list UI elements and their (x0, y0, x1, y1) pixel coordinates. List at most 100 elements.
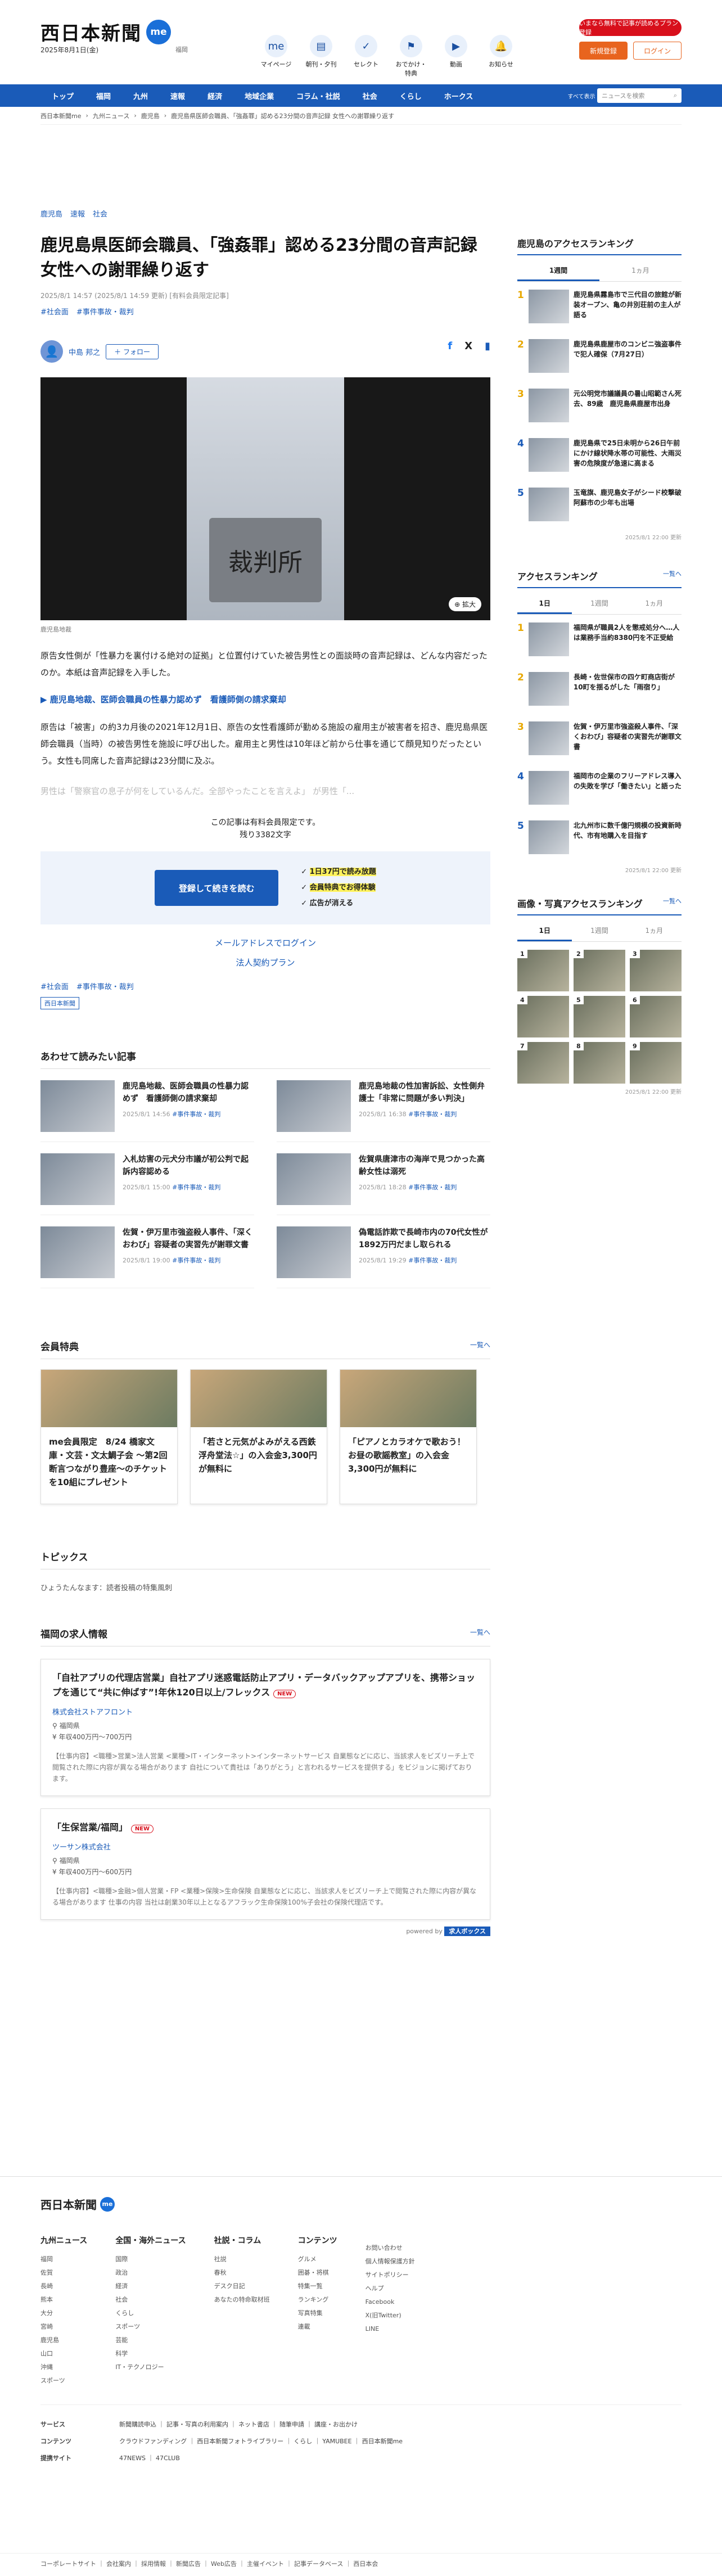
related-inline-link[interactable]: ▶ 鹿児島地裁、医師会職員の性暴力認めず 看護師側の請求棄却 (40, 693, 490, 705)
ranking-item[interactable]: 4 鹿児島県で25日未明から26日午前にかけ線状降水帯の可能性、大雨災害の危険度が… (517, 438, 682, 480)
nav-item[interactable]: トップ (40, 84, 85, 107)
footer-link[interactable]: 大分 (40, 2307, 87, 2320)
register-read-button[interactable]: 登録して続きを読む (155, 870, 279, 906)
footer-link[interactable]: スポーツ (40, 2374, 87, 2388)
corporate-plan-link[interactable]: 法人契約プラン (40, 957, 490, 968)
photo-thumb[interactable]: 6 (630, 996, 682, 1037)
tab-week[interactable]: 1週間 (517, 261, 599, 281)
footer-link[interactable]: 国際 (115, 2253, 186, 2266)
more-link[interactable]: 一覧へ (663, 569, 682, 578)
tab-month[interactable]: 1ヵ月 (599, 261, 682, 281)
footer-link[interactable]: 沖縄 (40, 2361, 87, 2374)
footer-link[interactable]: 長崎 (40, 2280, 87, 2293)
footer-link[interactable]: IT・テクノロジー (115, 2361, 186, 2374)
photo-thumb[interactable]: 8 (574, 1042, 625, 1084)
tag-link[interactable]: 社会 (93, 208, 107, 219)
signup-button[interactable]: 新規登録 (579, 42, 628, 60)
login-button[interactable]: ログイン (633, 42, 682, 60)
related-article[interactable]: 鹿児島地裁の性加害訴訟、女性側弁護士「非常に問題が多い判決」 2025/8/1 1… (277, 1080, 490, 1142)
footer-link[interactable]: ランキング (298, 2293, 337, 2307)
tag-link[interactable]: 鹿児島 (40, 208, 62, 219)
tab-week[interactable]: 1週間 (572, 921, 626, 941)
nav-item[interactable]: ホークス (433, 84, 485, 107)
footer-link[interactable]: サイトポリシー (365, 2268, 415, 2282)
tab-month[interactable]: 1ヵ月 (627, 594, 682, 614)
nav-item[interactable]: くらし (389, 84, 433, 107)
facebook-icon[interactable]: f (448, 340, 452, 352)
x-icon[interactable]: X (464, 340, 472, 352)
photo-thumb[interactable]: 7 (517, 1042, 569, 1084)
ranking-item[interactable]: 2 鹿児島県鹿屋市のコンビニ強盗事件で犯人確保（7月27日） (517, 339, 682, 381)
perk-card[interactable]: me会員限定 8/24 橋家文庫・文芸・文太鯛子会 〜第2回断言つながり豊座〜の… (40, 1369, 178, 1504)
footer-link[interactable]: 科学 (115, 2347, 186, 2361)
nav-item[interactable]: コラム・社説 (285, 84, 351, 107)
nav-item[interactable]: 経済 (196, 84, 233, 107)
ranking-item[interactable]: 2 長崎・佐世保市の四ケ町商店街が10町を揺るがした「雨宿り」 (517, 672, 682, 714)
perk-card[interactable]: 「ピアノとカラオケで歌おう！ お昼の歌謡教室」の入会金3,300円が無料に (340, 1369, 477, 1504)
footer-link[interactable]: 佐賀 (40, 2266, 87, 2280)
photo-thumb[interactable]: 2 (574, 950, 625, 991)
row-links[interactable]: クラウドファンディング ｜ 西日本新聞フォトライブラリー ｜ くらし ｜ YAM… (119, 2438, 403, 2445)
powered-by[interactable]: powered by 求人ボックス (40, 1927, 490, 1936)
footer-link[interactable]: 社説 (214, 2253, 270, 2266)
tag-link[interactable]: 速報 (70, 208, 85, 219)
related-article[interactable]: 偽電話詐欺で長崎市内の70代女性が1892万円だまし取られる 2025/8/1 1… (277, 1226, 490, 1288)
footer-link[interactable]: 福岡 (40, 2253, 87, 2266)
paper-link[interactable]: ▤ 朝刊・夕刊 (305, 35, 337, 78)
hashtag-link[interactable]: #社会面 (40, 306, 69, 317)
breadcrumb-item[interactable]: 九州ニュース (93, 111, 129, 120)
author-name[interactable]: 中島 邦之 (69, 346, 100, 357)
ranking-item[interactable]: 3 佐賀・伊万里市強盗殺人事件、「深くおわび」容疑者の実習先が謝罪文書 (517, 721, 682, 763)
search-input[interactable]: ニュースを検索 ⌕ (597, 88, 682, 103)
nav-item[interactable]: 福岡 (85, 84, 122, 107)
photo-thumb[interactable]: 3 (630, 950, 682, 991)
footer-link[interactable]: 写真特集 (298, 2307, 337, 2320)
related-article[interactable]: 入札妨害の元犬分市議が初公判で起訴内容認める 2025/8/1 15:00 #事件… (40, 1153, 254, 1215)
nav-item[interactable]: 速報 (159, 84, 196, 107)
follow-button[interactable]: ＋ フォロー (106, 344, 159, 359)
hashtag-link[interactable]: #社会面 (40, 981, 69, 991)
footer-link[interactable]: 春秋 (214, 2266, 270, 2280)
breadcrumb-item[interactable]: 鹿児島 (141, 111, 160, 120)
menu-button[interactable]: すべて表示 (566, 92, 597, 100)
notice-link[interactable]: 🔔 お知らせ (485, 35, 517, 78)
footer-link[interactable]: 個人情報保護方針 (365, 2255, 415, 2268)
photo-thumb[interactable]: 9 (630, 1042, 682, 1084)
footer-link[interactable]: 連載 (298, 2320, 337, 2334)
company-name[interactable]: 株式会社ストアフロント (52, 1706, 479, 1717)
expand-button[interactable]: ⊕ 拡大 (449, 597, 481, 611)
hashtag-link[interactable]: #事件事故・裁判 (76, 981, 134, 991)
photo-thumb[interactable]: 1 (517, 950, 569, 991)
free-plan-button[interactable]: いまなら無料で記事が読めるプラン登録 (579, 19, 682, 36)
select-link[interactable]: ✓ セレクト (350, 35, 382, 78)
ranking-item[interactable]: 3 元公明党市議議員の暑山昭範さん死去、89歳 鹿児島県鹿屋市出身 (517, 389, 682, 430)
ranking-item[interactable]: 1 福岡県が職員2人を懲戒処分へ…人は業務手当約8380円を不正受給 (517, 622, 682, 664)
nav-item[interactable]: 地域企業 (233, 84, 285, 107)
more-link[interactable]: 一覧へ (470, 1627, 490, 1637)
perk-card[interactable]: 「若さと元気がよみがえる西鉄浮舟堂法☆」の入会金3,300円が無料に (190, 1369, 327, 1504)
nav-item[interactable]: 九州 (122, 84, 159, 107)
site-logo[interactable]: 西日本新聞 me (40, 18, 171, 46)
article-photo[interactable]: 裁判所 ⊕ 拡大 (40, 377, 490, 620)
footer-logo[interactable]: 西日本新聞 me (40, 2196, 682, 2212)
footer-link[interactable]: 山口 (40, 2347, 87, 2361)
footer-link[interactable]: 宮崎 (40, 2320, 87, 2334)
video-link[interactable]: ▶ 動画 (440, 35, 472, 78)
mail-login-link[interactable]: メールアドレスでログイン (40, 937, 490, 949)
ranking-item[interactable]: 4 福岡市の企業のフリーアドレス導入の失敗を学び「働きたい」と語った (517, 771, 682, 813)
tab-day[interactable]: 1日 (517, 594, 572, 614)
footer-link[interactable]: 囲碁・将棋 (298, 2266, 337, 2280)
ranking-item[interactable]: 5 玉竜旗、鹿児島女子がシード校撃破 阿蘇市の少年も出場 (517, 488, 688, 529)
breadcrumb-item[interactable]: 西日本新聞me (40, 111, 81, 120)
photo-thumb[interactable]: 5 (574, 996, 625, 1037)
related-article[interactable]: 佐賀・伊万里市強盗殺人事件、「深くおわび」容疑者の実習先が謝罪文書 2025/8/… (40, 1226, 254, 1288)
footer-link[interactable]: 経済 (115, 2280, 186, 2293)
related-article[interactable]: 佐賀県唐津市の海岸で見つかった高齢女性は溺死 2025/8/1 18:28 #事件… (277, 1153, 490, 1215)
job-card[interactable]: 「生保営業/福岡」 NEW ツーサン株式会社 ⚲ 福岡県 ¥ 年収400万円〜600万円… (40, 1808, 490, 1920)
ranking-item[interactable]: 5 北九州市に数千億円規模の投資新時代、市有地購入を目指す (517, 820, 682, 862)
company-name[interactable]: ツーサン株式会社 (52, 1841, 479, 1852)
footer-link[interactable]: 鹿児島 (40, 2334, 87, 2347)
footer-link[interactable]: LINE (365, 2322, 415, 2336)
job-card[interactable]: 「自社アプリの代理店営業」自社アプリ迷惑電話防止アプリ・データバックアップアプリ… (40, 1659, 490, 1796)
footer-link[interactable]: くらし (115, 2307, 186, 2320)
